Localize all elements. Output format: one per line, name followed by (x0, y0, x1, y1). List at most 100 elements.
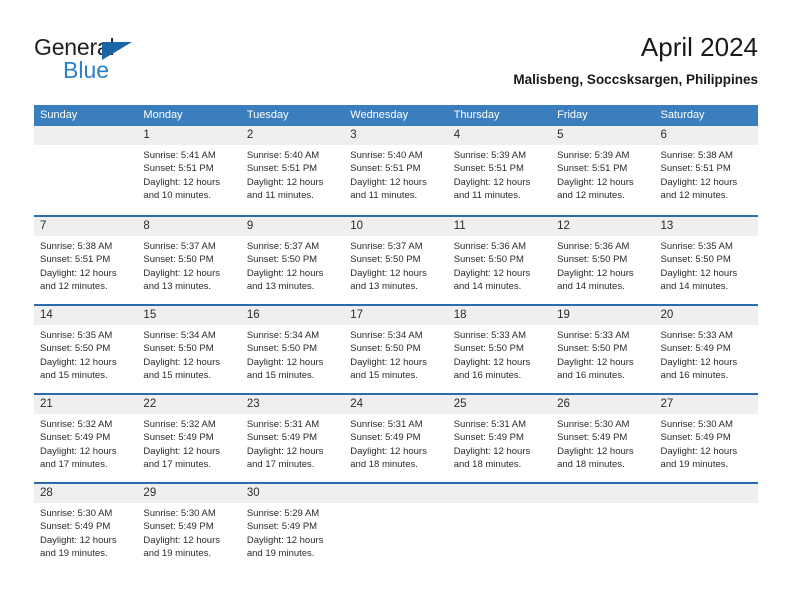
day-daylight-2-text: and 19 minutes. (660, 459, 729, 471)
calendar-day-cell[interactable]: 17 Sunrise: 5:34 AM Sunset: 5:50 PM Dayligh… (344, 306, 448, 393)
day-number: 20 (654, 306, 758, 325)
calendar-day-cell[interactable]: 27 Sunrise: 5:30 AM Sunset: 5:49 PM Dayligh… (654, 395, 758, 482)
calendar-day-cell[interactable]: 22 Sunrise: 5:32 AM Sunset: 5:49 PM Dayligh… (137, 395, 241, 482)
calendar-day-cell[interactable]: 12 Sunrise: 5:36 AM Sunset: 5:50 PM Dayligh… (551, 217, 655, 304)
day-sunrise-text: Sunrise: 5:38 AM (660, 150, 733, 161)
weekday-header-friday: Friday (557, 109, 588, 121)
calendar-day-cell[interactable]: 7 Sunrise: 5:38 AM Sunset: 5:51 PM Daylight… (34, 217, 138, 304)
day-sun-info: Sunrise: 5:39 AM Sunset: 5:51 PM Daylight:… (448, 145, 551, 203)
day-sunset-text: Sunset: 5:50 PM (453, 254, 524, 266)
calendar-grid: Sunday Monday Tuesday Wednesday Thursday Frid… (34, 105, 758, 571)
day-sun-info: Sunrise: 5:33 AM Sunset: 5:50 PM Daylight:… (448, 325, 551, 383)
day-sunset-text: Sunset: 5:51 PM (557, 163, 628, 175)
day-sun-info: Sunrise: 5:41 AM Sunset: 5:51 PM Daylight:… (137, 145, 240, 203)
day-sunset-text: Sunset: 5:49 PM (143, 432, 214, 444)
calendar-day-cell[interactable]: 20 Sunrise: 5:33 AM Sunset: 5:49 PM Dayligh… (654, 306, 758, 393)
day-sun-info: Sunrise: 5:34 AM Sunset: 5:50 PM Daylight:… (241, 325, 344, 383)
calendar-day-cell[interactable]: 19 Sunrise: 5:33 AM Sunset: 5:50 PM Dayligh… (551, 306, 655, 393)
day-sunrise-text: Sunrise: 5:34 AM (246, 330, 320, 341)
day-sun-info: Sunrise: 5:36 AM Sunset: 5:50 PM Daylight:… (448, 236, 551, 294)
day-sun-info: Sunrise: 5:32 AM Sunset: 5:49 PM Daylight:… (137, 414, 240, 472)
day-number: 29 (137, 484, 241, 503)
day-sun-info: Sunrise: 5:31 AM Sunset: 5:49 PM Daylight:… (241, 414, 344, 472)
day-daylight-1-text: Daylight: 12 hours (660, 445, 738, 457)
day-sunrise-text: Sunrise: 5:32 AM (143, 419, 216, 430)
calendar-day-cell[interactable]: 26 Sunrise: 5:30 AM Sunset: 5:49 PM Dayligh… (551, 395, 655, 482)
calendar-day-cell[interactable]: 28 Sunrise: 5:30 AM Sunset: 5:49 PM Dayligh… (34, 484, 138, 571)
day-daylight-2-text: and 16 minutes. (453, 370, 522, 382)
day-sunrise-text: Sunrise: 5:30 AM (143, 508, 216, 519)
day-number: 19 (551, 306, 655, 325)
day-sunrise-text: Sunrise: 5:31 AM (246, 419, 320, 430)
calendar-day-cell[interactable]: 24 Sunrise: 5:31 AM Sunset: 5:49 PM Dayligh… (344, 395, 448, 482)
calendar-day-cell[interactable]: 16 Sunrise: 5:34 AM Sunset: 5:50 PM Dayligh… (240, 306, 345, 393)
day-sunset-text: Sunset: 5:50 PM (350, 254, 421, 266)
day-number: 26 (551, 395, 655, 414)
day-daylight-2-text: and 19 minutes. (40, 548, 108, 560)
calendar-week-row: 1 Sunrise: 5:41 AM Sunset: 5:51 PM Daylight… (34, 126, 758, 215)
day-daylight-2-text: and 10 minutes. (143, 190, 212, 202)
day-number (551, 484, 655, 503)
calendar-day-cell[interactable]: 1 Sunrise: 5:41 AM Sunset: 5:51 PM Daylight… (137, 126, 241, 215)
day-daylight-2-text: and 14 minutes. (557, 281, 625, 293)
weekday-header-saturday: Saturday (660, 109, 705, 121)
day-daylight-1-text: Daylight: 12 hours (246, 445, 324, 457)
day-sunrise-text: Sunrise: 5:37 AM (246, 241, 320, 252)
day-daylight-2-text: and 15 minutes. (350, 370, 418, 382)
day-number: 3 (344, 126, 448, 145)
calendar-day-cell[interactable]: 4 Sunrise: 5:39 AM Sunset: 5:51 PM Daylight… (447, 126, 552, 215)
calendar-day-cell[interactable]: 21 Sunrise: 5:32 AM Sunset: 5:49 PM Dayligh… (34, 395, 138, 482)
day-sun-info: Sunrise: 5:40 AM Sunset: 5:51 PM Daylight:… (344, 145, 447, 203)
day-sunset-text: Sunset: 5:49 PM (246, 432, 318, 444)
calendar-day-cell[interactable]: 3 Sunrise: 5:40 AM Sunset: 5:51 PM Daylight… (344, 126, 448, 215)
calendar-day-cell[interactable]: 23 Sunrise: 5:31 AM Sunset: 5:49 PM Dayligh… (240, 395, 345, 482)
day-sunset-text: Sunset: 5:50 PM (557, 343, 628, 355)
calendar-day-cell[interactable]: 29 Sunrise: 5:30 AM Sunset: 5:49 PM Dayligh… (137, 484, 241, 571)
day-sunrise-text: Sunrise: 5:33 AM (557, 330, 630, 341)
calendar-day-cell[interactable]: 14 Sunrise: 5:35 AM Sunset: 5:50 PM Dayligh… (34, 306, 138, 393)
day-sunrise-text: Sunrise: 5:37 AM (143, 241, 216, 252)
day-sunset-text: Sunset: 5:50 PM (246, 343, 318, 355)
day-number (344, 484, 448, 503)
day-daylight-2-text: and 14 minutes. (453, 281, 522, 293)
calendar-day-cell[interactable]: 2 Sunrise: 5:40 AM Sunset: 5:51 PM Daylight… (240, 126, 345, 215)
day-sunrise-text: Sunrise: 5:33 AM (660, 330, 733, 341)
day-daylight-1-text: Daylight: 12 hours (660, 176, 738, 188)
weekday-header-monday: Monday (143, 109, 183, 121)
day-daylight-1-text: Daylight: 12 hours (350, 445, 427, 457)
day-number: 1 (137, 126, 241, 145)
day-number: 9 (240, 217, 345, 236)
day-number: 16 (240, 306, 345, 325)
calendar-day-cell[interactable]: 15 Sunrise: 5:34 AM Sunset: 5:50 PM Dayligh… (137, 306, 241, 393)
generalblue-logo: General Blue (34, 34, 174, 90)
day-daylight-1-text: Daylight: 12 hours (660, 267, 738, 279)
day-sun-info: Sunrise: 5:31 AM Sunset: 5:49 PM Daylight:… (344, 414, 447, 472)
day-daylight-1-text: Daylight: 12 hours (557, 267, 634, 279)
calendar-day-cell[interactable]: 9 Sunrise: 5:37 AM Sunset: 5:50 PM Daylight… (240, 217, 345, 304)
day-daylight-2-text: and 16 minutes. (557, 370, 625, 382)
page-header: General Blue April 2024 Malisbeng, Soccs… (34, 30, 758, 100)
calendar-day-cell[interactable]: 11 Sunrise: 5:36 AM Sunset: 5:50 PM Dayligh… (447, 217, 552, 304)
calendar-day-cell[interactable]: 13 Sunrise: 5:35 AM Sunset: 5:50 PM Dayligh… (654, 217, 758, 304)
calendar-day-cell[interactable]: 6 Sunrise: 5:38 AM Sunset: 5:51 PM Daylight… (654, 126, 758, 215)
day-daylight-1-text: Daylight: 12 hours (350, 176, 427, 188)
day-sun-info: Sunrise: 5:40 AM Sunset: 5:51 PM Daylight:… (241, 145, 344, 203)
day-sunrise-text: Sunrise: 5:41 AM (143, 150, 216, 161)
day-number: 12 (551, 217, 655, 236)
day-daylight-2-text: and 17 minutes. (246, 459, 315, 471)
logo-text-blue: Blue (63, 57, 110, 83)
day-daylight-2-text: and 18 minutes. (350, 459, 418, 471)
day-number: 4 (447, 126, 552, 145)
calendar-day-cell[interactable]: 25 Sunrise: 5:31 AM Sunset: 5:49 PM Dayligh… (447, 395, 552, 482)
calendar-day-cell[interactable]: 8 Sunrise: 5:37 AM Sunset: 5:50 PM Daylight… (137, 217, 241, 304)
calendar-day-cell[interactable]: 10 Sunrise: 5:37 AM Sunset: 5:50 PM Dayligh… (344, 217, 448, 304)
calendar-day-cell[interactable]: 18 Sunrise: 5:33 AM Sunset: 5:50 PM Dayligh… (447, 306, 552, 393)
day-sunrise-text: Sunrise: 5:34 AM (350, 330, 423, 341)
day-sunset-text: Sunset: 5:49 PM (350, 432, 421, 444)
day-number: 23 (240, 395, 345, 414)
day-daylight-2-text: and 15 minutes. (40, 370, 108, 382)
day-daylight-2-text: and 12 minutes. (557, 190, 625, 202)
day-daylight-1-text: Daylight: 12 hours (453, 356, 531, 368)
calendar-day-cell[interactable]: 30 Sunrise: 5:29 AM Sunset: 5:49 PM Dayligh… (240, 484, 345, 571)
calendar-day-cell[interactable]: 5 Sunrise: 5:39 AM Sunset: 5:51 PM Daylight… (551, 126, 655, 215)
